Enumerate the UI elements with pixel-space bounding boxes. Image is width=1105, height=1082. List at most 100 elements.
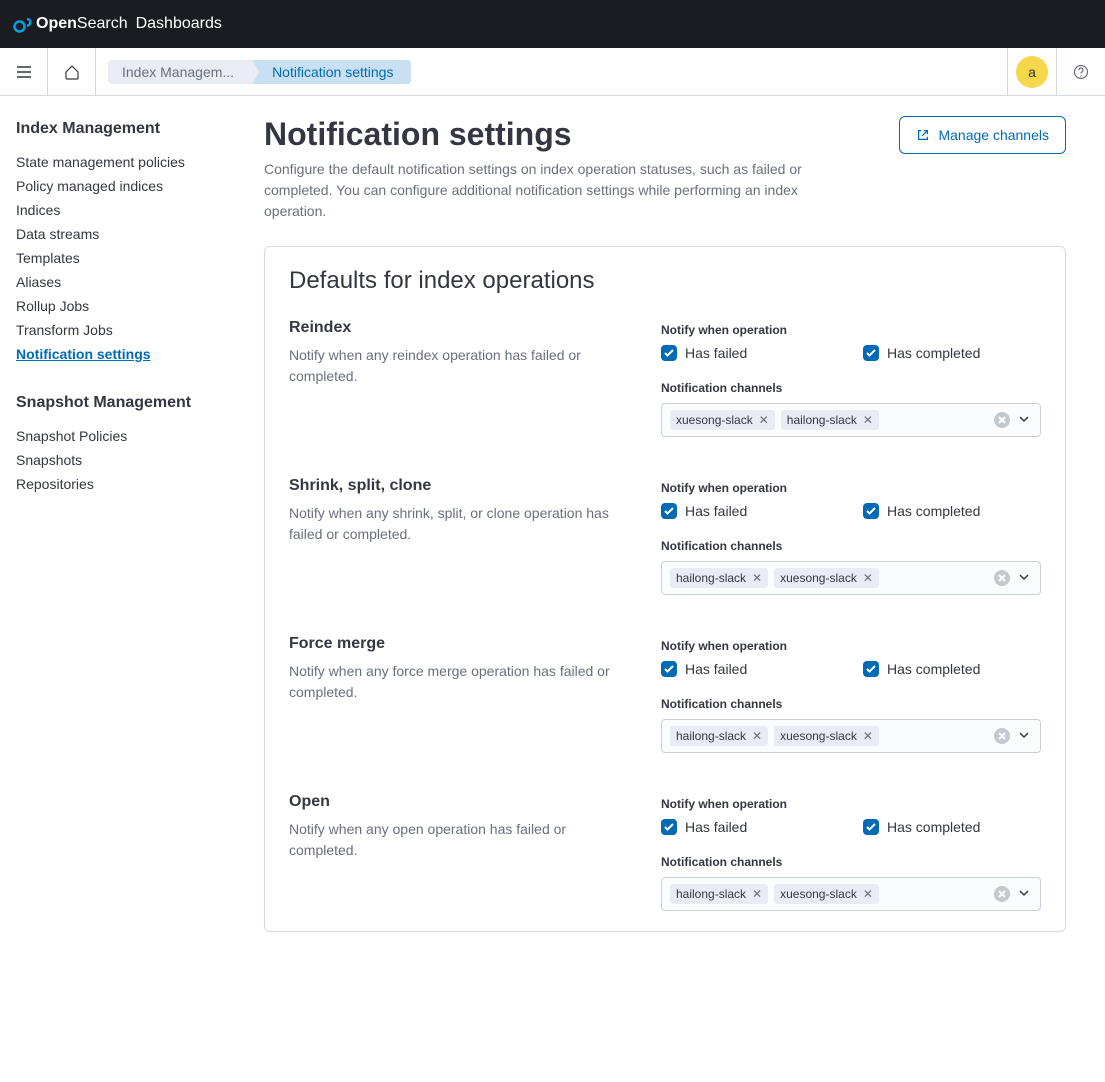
sidebar-heading-index-management: Index Management [16, 120, 224, 138]
sidebar-link[interactable]: Data streams [16, 226, 99, 242]
channels-combobox[interactable]: hailong-slack✕xuesong-slack✕ [661, 877, 1041, 911]
channels-label: Notification channels [661, 381, 1041, 395]
has-completed-label: Has completed [887, 503, 980, 519]
sidebar-item[interactable]: Repositories [16, 472, 224, 496]
sidebar-link[interactable]: Notification settings [16, 346, 151, 362]
sidebar-item[interactable]: Policy managed indices [16, 174, 224, 198]
menu-toggle-button[interactable] [0, 48, 48, 96]
sidebar-link[interactable]: Repositories [16, 476, 94, 492]
channel-chip: hailong-slack✕ [670, 568, 768, 588]
operation-block: Force merge Notify when any force merge … [289, 635, 1041, 753]
chevron-down-icon [1018, 571, 1030, 583]
channels-combobox[interactable]: xuesong-slack✕hailong-slack✕ [661, 403, 1041, 437]
sidebar-link[interactable]: Templates [16, 250, 80, 266]
channels-combobox[interactable]: hailong-slack✕ xuesong-slack✕ [661, 719, 1041, 753]
channels-combobox[interactable]: hailong-slack✕ xuesong-slack✕ [661, 561, 1041, 595]
remove-chip-icon[interactable]: ✕ [759, 413, 769, 427]
sidebar-heading-snapshot-management: Snapshot Management [16, 394, 224, 412]
remove-chip-icon[interactable]: ✕ [752, 571, 762, 585]
channels-dropdown-toggle[interactable] [1016, 412, 1032, 428]
remove-chip-icon[interactable]: ✕ [752, 729, 762, 743]
close-icon [998, 890, 1006, 898]
channel-chip: hailong-slack✕ [781, 410, 879, 430]
sidebar-item[interactable]: Transform Jobs [16, 318, 224, 342]
logo-text: OpenSearch [36, 15, 128, 33]
clear-channels-button[interactable] [994, 728, 1010, 744]
channel-chip: hailong-slack✕ [670, 884, 768, 904]
operation-description: Notify when any shrink, split, or clone … [289, 503, 637, 545]
sidebar-link[interactable]: Rollup Jobs [16, 298, 89, 314]
check-icon [664, 349, 674, 357]
sidebar-link[interactable]: Snapshots [16, 452, 82, 468]
remove-chip-icon[interactable]: ✕ [752, 887, 762, 901]
remove-chip-icon[interactable]: ✕ [863, 887, 873, 901]
channels-label: Notification channels [661, 697, 1041, 711]
sidebar-link[interactable]: State management policies [16, 154, 185, 170]
has-failed-checkbox[interactable] [661, 661, 677, 677]
clear-channels-button[interactable] [994, 886, 1010, 902]
sidebar-item[interactable]: Snapshot Policies [16, 424, 224, 448]
sidebar: Index Management State management polici… [0, 96, 240, 972]
sidebar-item[interactable]: Notification settings [16, 342, 224, 366]
defaults-panel: Defaults for index operations Reindex No… [264, 246, 1066, 932]
clear-channels-button[interactable] [994, 412, 1010, 428]
sidebar-item[interactable]: Data streams [16, 222, 224, 246]
home-button[interactable] [48, 48, 96, 96]
header-bar: Index Managem... Notification settings a [0, 48, 1105, 96]
has-completed-checkbox[interactable] [863, 345, 879, 361]
has-completed-checkbox[interactable] [863, 661, 879, 677]
has-completed-checkbox[interactable] [863, 503, 879, 519]
operation-block: Reindex Notify when any reindex operatio… [289, 319, 1041, 437]
user-avatar[interactable]: a [1016, 56, 1048, 88]
has-failed-checkbox[interactable] [661, 345, 677, 361]
notify-when-label: Notify when operation [661, 323, 1041, 337]
channel-chip: hailong-slack✕ [670, 726, 768, 746]
check-icon [866, 823, 876, 831]
remove-chip-icon[interactable]: ✕ [863, 413, 873, 427]
sidebar-item[interactable]: State management policies [16, 150, 224, 174]
manage-channels-button[interactable]: Manage channels [899, 116, 1066, 154]
check-icon [664, 507, 674, 515]
sidebar-link[interactable]: Aliases [16, 274, 61, 290]
close-icon [998, 574, 1006, 582]
has-completed-checkbox[interactable] [863, 819, 879, 835]
channels-dropdown-toggle[interactable] [1016, 886, 1032, 902]
sidebar-item[interactable]: Templates [16, 246, 224, 270]
opensearch-logo-icon [12, 14, 32, 34]
has-failed-checkbox[interactable] [661, 819, 677, 835]
sidebar-item[interactable]: Rollup Jobs [16, 294, 224, 318]
breadcrumb-index-management[interactable]: Index Managem... [108, 60, 252, 84]
clear-channels-button[interactable] [994, 570, 1010, 586]
channel-chip: xuesong-slack✕ [774, 568, 879, 588]
check-icon [866, 665, 876, 673]
has-failed-label: Has failed [685, 819, 747, 835]
logo[interactable]: OpenSearch Dashboards [12, 14, 222, 34]
notify-when-label: Notify when operation [661, 797, 1041, 811]
sidebar-item[interactable]: Indices [16, 198, 224, 222]
sidebar-link[interactable]: Indices [16, 202, 60, 218]
operation-block: Shrink, split, clone Notify when any shr… [289, 477, 1041, 595]
chevron-down-icon [1018, 729, 1030, 741]
remove-chip-icon[interactable]: ✕ [863, 729, 873, 743]
channels-dropdown-toggle[interactable] [1016, 570, 1032, 586]
help-button[interactable] [1057, 48, 1105, 96]
channel-chip: xuesong-slack✕ [774, 726, 879, 746]
sidebar-link[interactable]: Snapshot Policies [16, 428, 127, 444]
has-failed-label: Has failed [685, 661, 747, 677]
has-failed-checkbox[interactable] [661, 503, 677, 519]
close-icon [998, 416, 1006, 424]
sidebar-link[interactable]: Policy managed indices [16, 178, 163, 194]
breadcrumb-notification-settings[interactable]: Notification settings [252, 60, 411, 84]
has-completed-label: Has completed [887, 819, 980, 835]
main-content: Notification settings Configure the defa… [240, 96, 1090, 972]
external-link-icon [916, 128, 930, 142]
notify-when-label: Notify when operation [661, 639, 1041, 653]
panel-title: Defaults for index operations [289, 267, 1041, 295]
has-failed-label: Has failed [685, 345, 747, 361]
sidebar-item[interactable]: Aliases [16, 270, 224, 294]
sidebar-link[interactable]: Transform Jobs [16, 322, 113, 338]
remove-chip-icon[interactable]: ✕ [863, 571, 873, 585]
channels-dropdown-toggle[interactable] [1016, 728, 1032, 744]
sidebar-item[interactable]: Snapshots [16, 448, 224, 472]
channels-label: Notification channels [661, 855, 1041, 869]
